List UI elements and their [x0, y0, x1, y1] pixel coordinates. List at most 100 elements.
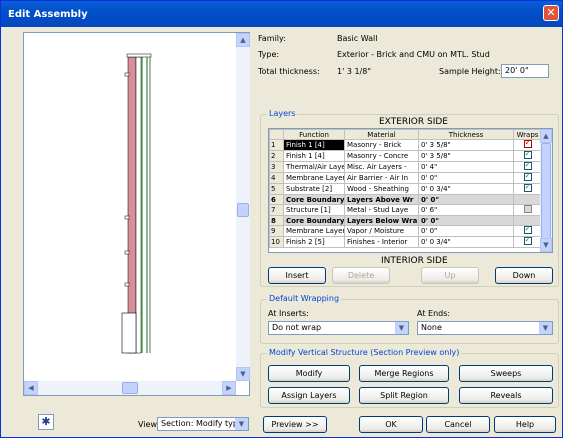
layer-function-cell[interactable]: Finish 1 [4]: [283, 139, 345, 151]
assign-layers-button[interactable]: Assign Layers: [268, 387, 350, 404]
layer-function-cell[interactable]: Membrane Layer: [283, 172, 345, 184]
layer-number[interactable]: 1: [269, 139, 284, 151]
layer-thickness-cell[interactable]: 0' 3 5/8": [418, 150, 514, 162]
insert-button[interactable]: Insert: [268, 267, 326, 284]
layer-row[interactable]: 9 Membrane Layer Vapor / Moisture 0' 0": [269, 225, 542, 237]
chevron-down-icon[interactable]: ▼: [395, 322, 408, 334]
layer-material-cell[interactable]: Masonry - Brick: [344, 139, 419, 151]
layer-number[interactable]: 6: [269, 194, 284, 205]
down-button[interactable]: Down: [495, 267, 553, 284]
wraps-checkbox[interactable]: [523, 162, 532, 170]
layer-number[interactable]: 9: [269, 225, 284, 237]
wraps-checkbox[interactable]: [523, 151, 532, 159]
layer-row[interactable]: 2 Finish 1 [4] Masonry - Concre 0' 3 5/8": [269, 150, 542, 162]
split-region-button[interactable]: Split Region: [359, 387, 449, 404]
layer-wraps-cell[interactable]: [513, 172, 542, 184]
layer-wraps-cell[interactable]: [513, 204, 542, 216]
layer-wraps-cell[interactable]: [513, 161, 542, 173]
layer-thickness-cell[interactable]: 0' 0": [418, 172, 514, 184]
layer-material-cell[interactable]: Metal - Stud Laye: [344, 204, 419, 216]
vertical-scroll-thumb[interactable]: [237, 203, 249, 217]
layer-thickness-cell[interactable]: 0' 0": [418, 215, 514, 226]
layer-wraps-cell[interactable]: [513, 225, 542, 237]
layer-thickness-cell[interactable]: 0' 4": [418, 161, 514, 173]
layer-number[interactable]: 3: [269, 161, 284, 173]
layer-wraps-cell[interactable]: [513, 194, 542, 205]
layer-number[interactable]: 7: [269, 204, 284, 216]
layers-scrollbar[interactable]: ▲ ▼: [540, 129, 552, 252]
wraps-checkbox[interactable]: [523, 226, 532, 234]
layer-number[interactable]: 5: [269, 183, 284, 195]
layer-number[interactable]: 8: [269, 215, 284, 226]
cancel-button[interactable]: Cancel: [426, 416, 490, 433]
wraps-checkbox[interactable]: [523, 205, 532, 213]
layer-row[interactable]: 8 Core Boundary Layers Below Wra 0' 0": [269, 215, 542, 226]
ok-button[interactable]: OK: [359, 416, 423, 433]
layer-material-cell[interactable]: Misc. Air Layers -: [344, 161, 419, 173]
layer-row[interactable]: 1 Finish 1 [4] Masonry - Brick 0' 3 5/8": [269, 139, 542, 151]
layers-scroll-down-icon[interactable]: ▼: [540, 238, 552, 252]
layer-wraps-cell[interactable]: [513, 236, 542, 248]
scroll-down-icon[interactable]: ▼: [236, 367, 250, 381]
chevron-down-icon[interactable]: ▼: [235, 418, 248, 430]
wraps-checkbox[interactable]: [523, 184, 532, 192]
layer-thickness-cell[interactable]: 0' 6": [418, 204, 514, 216]
chevron-down-icon[interactable]: ▼: [539, 322, 552, 334]
layer-wraps-cell[interactable]: [513, 183, 542, 195]
layer-function-cell[interactable]: Finish 2 [5]: [283, 236, 345, 248]
modify-button[interactable]: Modify: [268, 365, 350, 382]
wraps-checkbox[interactable]: [523, 140, 532, 148]
layer-function-cell[interactable]: Substrate [2]: [283, 183, 345, 195]
preview-vertical-scrollbar[interactable]: ▲ ▼: [236, 33, 250, 381]
layer-row[interactable]: 6 Core Boundary Layers Above Wr 0' 0": [269, 194, 542, 205]
layer-material-cell[interactable]: Layers Below Wra: [344, 215, 419, 226]
up-button[interactable]: Up: [421, 267, 479, 284]
layers-table[interactable]: Function Material Thickness Wraps 1 Finis…: [268, 128, 553, 253]
column-header-wraps[interactable]: Wraps: [513, 129, 542, 140]
column-header-function[interactable]: Function: [283, 129, 345, 140]
view-select[interactable]: Section: Modify type ▼: [157, 417, 249, 431]
preview-button[interactable]: Preview >>: [263, 416, 327, 433]
zoom-icon[interactable]: ✱: [38, 414, 54, 430]
wraps-checkbox[interactable]: [523, 237, 532, 245]
reveals-button[interactable]: Reveals: [459, 387, 553, 404]
layer-thickness-cell[interactable]: 0' 0 3/4": [418, 183, 514, 195]
layer-row[interactable]: 7 Structure [1] Metal - Stud Laye 0' 6": [269, 204, 542, 216]
layer-number[interactable]: 10: [269, 236, 284, 248]
layer-function-cell[interactable]: Core Boundary: [283, 215, 345, 226]
layer-number[interactable]: 4: [269, 172, 284, 184]
column-header-thickness[interactable]: Thickness: [418, 129, 514, 140]
layer-material-cell[interactable]: Finishes - Interior: [344, 236, 419, 248]
layer-material-cell[interactable]: Vapor / Moisture: [344, 225, 419, 237]
layer-wraps-cell[interactable]: [513, 139, 542, 151]
help-button[interactable]: Help: [494, 416, 556, 433]
layer-thickness-cell[interactable]: 0' 3 5/8": [418, 139, 514, 151]
layer-thickness-cell[interactable]: 0' 0": [418, 225, 514, 237]
wraps-checkbox[interactable]: [523, 173, 532, 181]
layer-row[interactable]: 4 Membrane Layer Air Barrier - Air In 0' 0": [269, 172, 542, 184]
merge-regions-button[interactable]: Merge Regions: [359, 365, 449, 382]
layer-material-cell[interactable]: Layers Above Wr: [344, 194, 419, 205]
layer-function-cell[interactable]: Core Boundary: [283, 194, 345, 205]
delete-button[interactable]: Delete: [332, 267, 390, 284]
preview-horizontal-scrollbar[interactable]: ◀ ▶: [24, 381, 236, 395]
layer-wraps-cell[interactable]: [513, 215, 542, 226]
layers-scroll-up-icon[interactable]: ▲: [540, 129, 552, 143]
close-button[interactable]: ✕: [543, 5, 559, 21]
layer-number[interactable]: 2: [269, 150, 284, 162]
layer-row[interactable]: 5 Substrate [2] Wood - Sheathing 0' 0 3/4": [269, 183, 542, 195]
layer-wraps-cell[interactable]: [513, 150, 542, 162]
sweeps-button[interactable]: Sweeps: [459, 365, 553, 382]
layers-scroll-thumb[interactable]: [541, 143, 551, 239]
layer-function-cell[interactable]: Membrane Layer: [283, 225, 345, 237]
section-preview-pane[interactable]: ▲ ▼ ◀ ▶: [23, 32, 250, 396]
layer-thickness-cell[interactable]: 0' 0": [418, 194, 514, 205]
layer-function-cell[interactable]: Finish 1 [4]: [283, 150, 345, 162]
at-inserts-select[interactable]: Do not wrap ▼: [268, 321, 409, 335]
horizontal-scroll-thumb[interactable]: [122, 382, 138, 394]
scroll-right-icon[interactable]: ▶: [222, 381, 236, 395]
at-ends-select[interactable]: None ▼: [417, 321, 553, 335]
scroll-up-icon[interactable]: ▲: [236, 33, 250, 47]
layer-function-cell[interactable]: Thermal/Air Laye: [283, 161, 345, 173]
layer-material-cell[interactable]: Wood - Sheathing: [344, 183, 419, 195]
